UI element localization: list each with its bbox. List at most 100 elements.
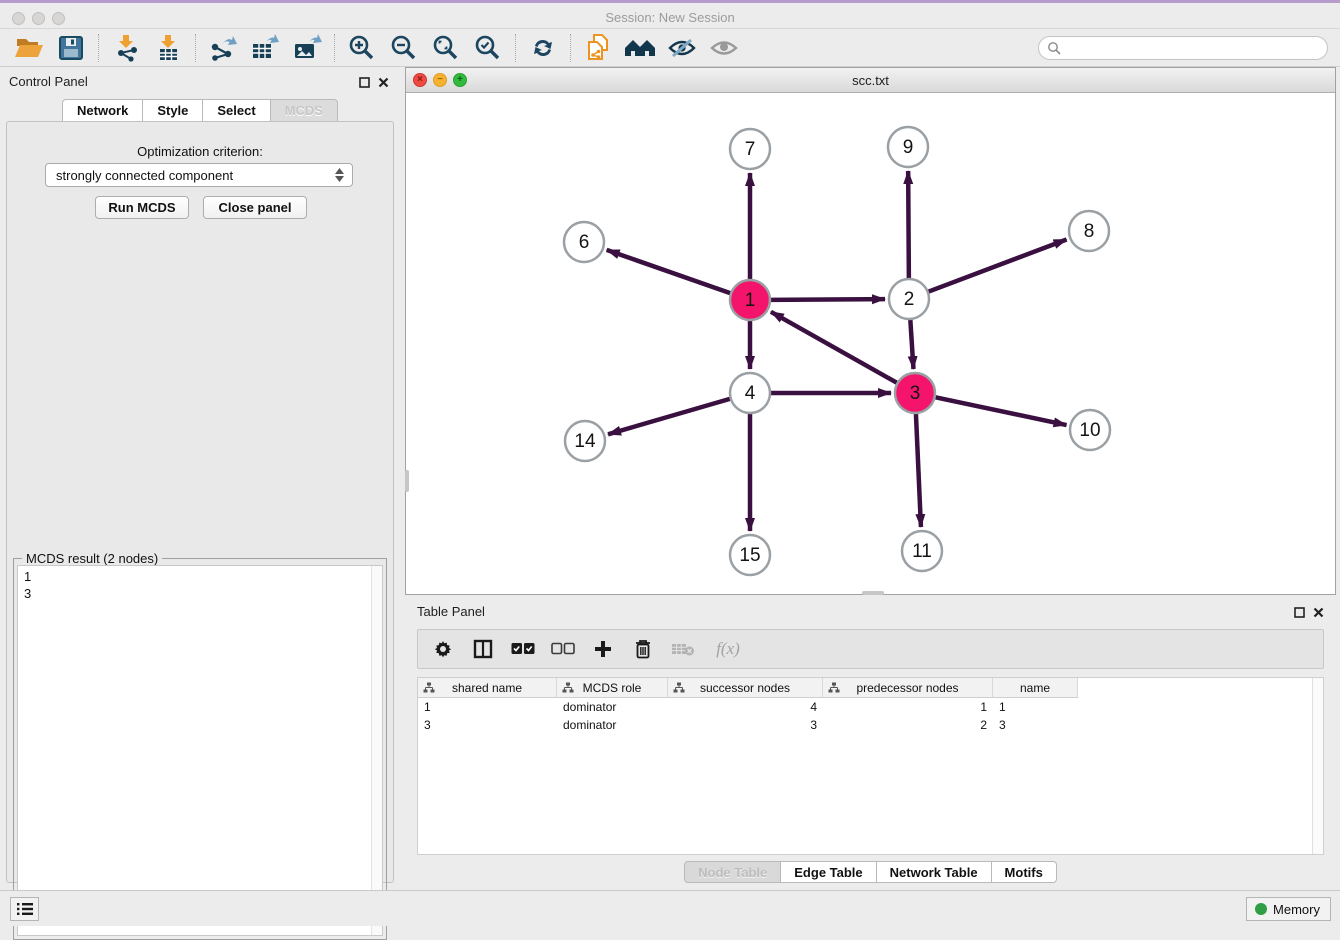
refresh-layout-button[interactable]: [522, 32, 564, 64]
home-layout-button[interactable]: [619, 32, 661, 64]
cell-successor-nodes[interactable]: 3: [668, 716, 823, 734]
table-row[interactable]: 1 dominator 4 1 1: [418, 698, 1323, 716]
import-table-icon: [154, 34, 182, 62]
export-table-button[interactable]: [244, 32, 286, 64]
save-session-button[interactable]: [50, 32, 92, 64]
tab-mcds[interactable]: MCDS: [271, 99, 338, 122]
export-image-icon: [292, 34, 322, 62]
float-table-panel-icon[interactable]: [1291, 604, 1307, 620]
graph-edge-3-1[interactable]: [771, 312, 897, 383]
cell-successor-nodes[interactable]: 4: [668, 698, 823, 716]
search-input[interactable]: [1038, 36, 1328, 60]
column-header-successor-nodes[interactable]: successor nodes: [668, 678, 823, 698]
graph-edge-2-3[interactable]: [910, 320, 913, 369]
result-scrollbar[interactable]: [371, 566, 382, 935]
mcds-result-groupbox: MCDS result (2 nodes) 1 3: [13, 558, 387, 940]
graph-edge-4-14[interactable]: [608, 399, 730, 434]
graph-node-label: 14: [574, 431, 596, 452]
network-window-titlebar[interactable]: × − + scc.txt: [406, 68, 1335, 93]
cell-predecessor-nodes[interactable]: 1: [823, 698, 993, 716]
graph-node-label: 11: [912, 541, 932, 562]
select-all-button[interactable]: [510, 636, 536, 662]
tab-motifs[interactable]: Motifs: [992, 861, 1057, 883]
tab-network[interactable]: Network: [62, 99, 143, 122]
graph-node-11[interactable]: 11: [902, 531, 942, 571]
columns-icon: [473, 639, 493, 659]
show-all-button[interactable]: [703, 32, 745, 64]
column-header-predecessor-nodes[interactable]: predecessor nodes: [823, 678, 993, 698]
graph-node-4[interactable]: 4: [730, 373, 770, 413]
mcds-result-list[interactable]: 1 3: [17, 565, 383, 936]
function-builder-button[interactable]: f(x): [710, 636, 746, 662]
mcds-tab-content: Optimization criterion: strongly connect…: [6, 121, 394, 883]
fx-icon: f(x): [716, 639, 740, 659]
graph-edge-2-9[interactable]: [908, 171, 909, 278]
cell-name[interactable]: 3: [993, 716, 1078, 734]
cell-shared-name[interactable]: 3: [418, 716, 557, 734]
delete-table-button[interactable]: [670, 636, 696, 662]
cell-name[interactable]: 1: [993, 698, 1078, 716]
export-network-button[interactable]: [202, 32, 244, 64]
close-panel-icon[interactable]: [375, 74, 391, 90]
graph-edge-1-2[interactable]: [771, 299, 885, 300]
graph-edge-1-6[interactable]: [607, 250, 731, 293]
open-file-button[interactable]: [8, 32, 50, 64]
graph-edge-3-10[interactable]: [936, 397, 1067, 425]
network-canvas[interactable]: 7 9 6 8 1 2 4 3 14 10 15 11: [406, 93, 1335, 594]
graph-node-14[interactable]: 14: [565, 421, 605, 461]
close-panel-button[interactable]: Close panel: [203, 196, 307, 219]
tab-edge-table[interactable]: Edge Table: [781, 861, 876, 883]
graph-node-15[interactable]: 15: [730, 535, 770, 575]
tab-style[interactable]: Style: [143, 99, 203, 122]
table-row[interactable]: 3 dominator 3 2 3: [418, 716, 1323, 734]
float-panel-icon[interactable]: [356, 74, 372, 90]
task-history-button[interactable]: [10, 897, 39, 921]
memory-button[interactable]: Memory: [1246, 897, 1331, 921]
cell-shared-name[interactable]: 1: [418, 698, 557, 716]
node-table: shared name MCDS role successor nodes pr…: [417, 677, 1324, 855]
graph-node-6[interactable]: 6: [564, 222, 604, 262]
tab-node-table[interactable]: Node Table: [684, 861, 781, 883]
graph-node-9[interactable]: 9: [888, 127, 928, 167]
import-network-button[interactable]: [105, 32, 147, 64]
column-header-mcds-role[interactable]: MCDS role: [557, 678, 668, 698]
zoom-out-button[interactable]: [383, 32, 425, 64]
graph-node-1[interactable]: 1: [730, 280, 770, 320]
graph-edge-2-8[interactable]: [929, 239, 1067, 291]
optimization-criterion-select[interactable]: strongly connected component: [45, 163, 353, 187]
zoom-selected-button[interactable]: [467, 32, 509, 64]
toolbar-separator: [98, 34, 99, 62]
graph-node-10[interactable]: 10: [1070, 410, 1110, 450]
create-column-button[interactable]: [590, 636, 616, 662]
hide-selected-button[interactable]: [661, 32, 703, 64]
copy-network-button[interactable]: [577, 32, 619, 64]
export-image-button[interactable]: [286, 32, 328, 64]
graph-node-2[interactable]: 2: [889, 279, 929, 319]
horizontal-scroll-nub[interactable]: [862, 591, 884, 595]
column-header-name[interactable]: name: [993, 678, 1078, 698]
tab-select[interactable]: Select: [203, 99, 270, 122]
tab-network-table[interactable]: Network Table: [877, 861, 992, 883]
table-settings-button[interactable]: [430, 636, 456, 662]
import-table-button[interactable]: [147, 32, 189, 64]
cell-mcds-role[interactable]: dominator: [557, 698, 668, 716]
network-graph[interactable]: 7 9 6 8 1 2 4 3 14 10 15 11: [406, 93, 1335, 594]
zoom-in-button[interactable]: [341, 32, 383, 64]
zoom-fit-button[interactable]: [425, 32, 467, 64]
table-scrollbar[interactable]: [1312, 678, 1323, 854]
main-toolbar: [0, 29, 1340, 67]
show-column-button[interactable]: [470, 636, 496, 662]
graph-node-8[interactable]: 8: [1069, 211, 1109, 251]
graph-node-7[interactable]: 7: [730, 129, 770, 169]
graph-node-label: 7: [745, 139, 756, 160]
graph-edge-3-11[interactable]: [916, 414, 921, 527]
deselect-all-button[interactable]: [550, 636, 576, 662]
delete-column-button[interactable]: [630, 636, 656, 662]
close-table-panel-icon[interactable]: [1310, 604, 1326, 620]
vertical-scroll-nub[interactable]: [405, 470, 409, 492]
graph-node-3[interactable]: 3: [895, 373, 935, 413]
cell-mcds-role[interactable]: dominator: [557, 716, 668, 734]
column-header-shared-name[interactable]: shared name: [418, 678, 557, 698]
run-mcds-button[interactable]: Run MCDS: [95, 196, 189, 219]
cell-predecessor-nodes[interactable]: 2: [823, 716, 993, 734]
